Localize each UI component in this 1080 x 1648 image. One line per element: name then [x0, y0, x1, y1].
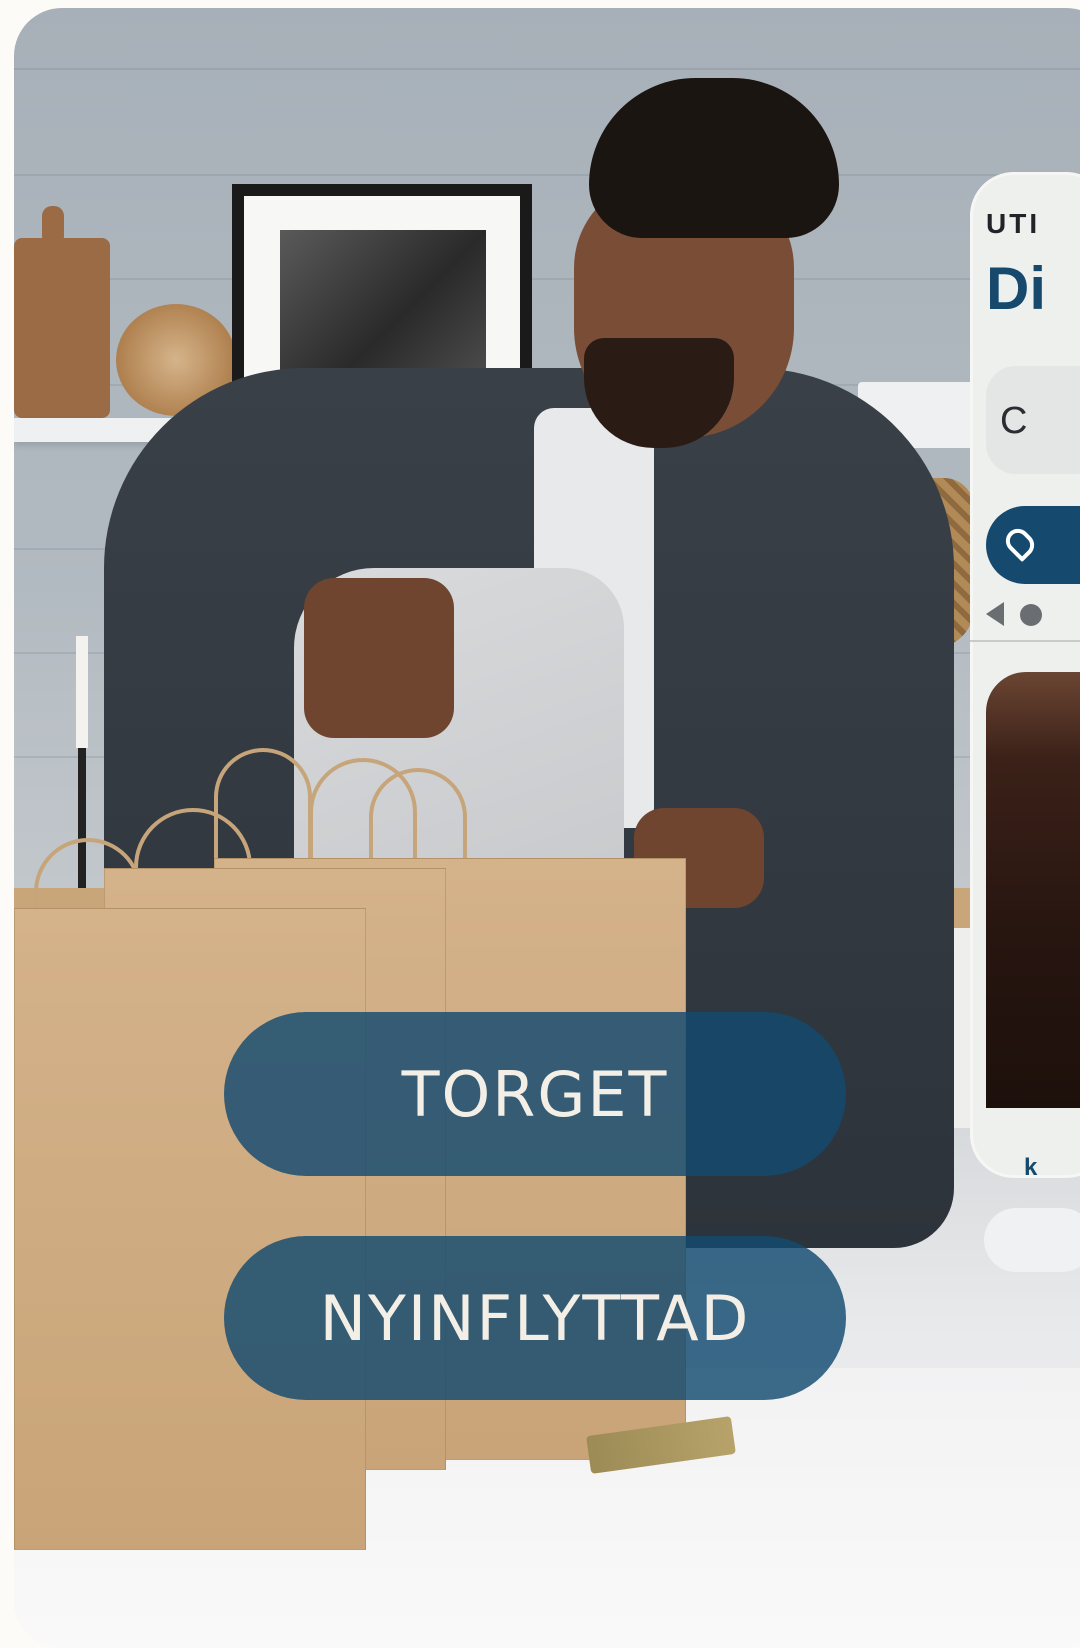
- preview-card-photo: [986, 672, 1080, 1108]
- nyinflyttad-button-label: NYINFLYTTAD: [319, 1281, 751, 1355]
- picture-frame-photo: [280, 230, 486, 370]
- wall-panel-line: [14, 68, 1080, 70]
- chevron-left-icon[interactable]: [986, 602, 1004, 626]
- person-hair: [589, 78, 839, 238]
- hero-image-card: [14, 8, 1080, 1648]
- carousel-dot-icon[interactable]: [1020, 604, 1042, 626]
- preview-below-text: k: [1024, 1154, 1038, 1181]
- torget-button[interactable]: TORGET: [224, 1012, 846, 1176]
- preview-card-kicker: UTI: [986, 208, 1041, 239]
- torget-button-label: TORGET: [401, 1057, 669, 1131]
- nyinflyttad-button[interactable]: NYINFLYTTAD: [224, 1236, 846, 1400]
- preview-ghost-pill[interactable]: [984, 1208, 1080, 1272]
- candle: [76, 636, 88, 748]
- cutting-board: [14, 238, 110, 418]
- wall-panel-line: [14, 174, 1080, 176]
- preview-card-divider: [970, 640, 1080, 642]
- person-left-hand: [304, 578, 454, 738]
- paper-bag: [14, 908, 366, 1550]
- preview-card-title: Di: [986, 255, 1046, 322]
- preview-card[interactable]: UTI Di C: [970, 172, 1080, 1178]
- preview-card-input-text: C: [1000, 400, 1028, 442]
- wall-panel-line: [14, 278, 1080, 280]
